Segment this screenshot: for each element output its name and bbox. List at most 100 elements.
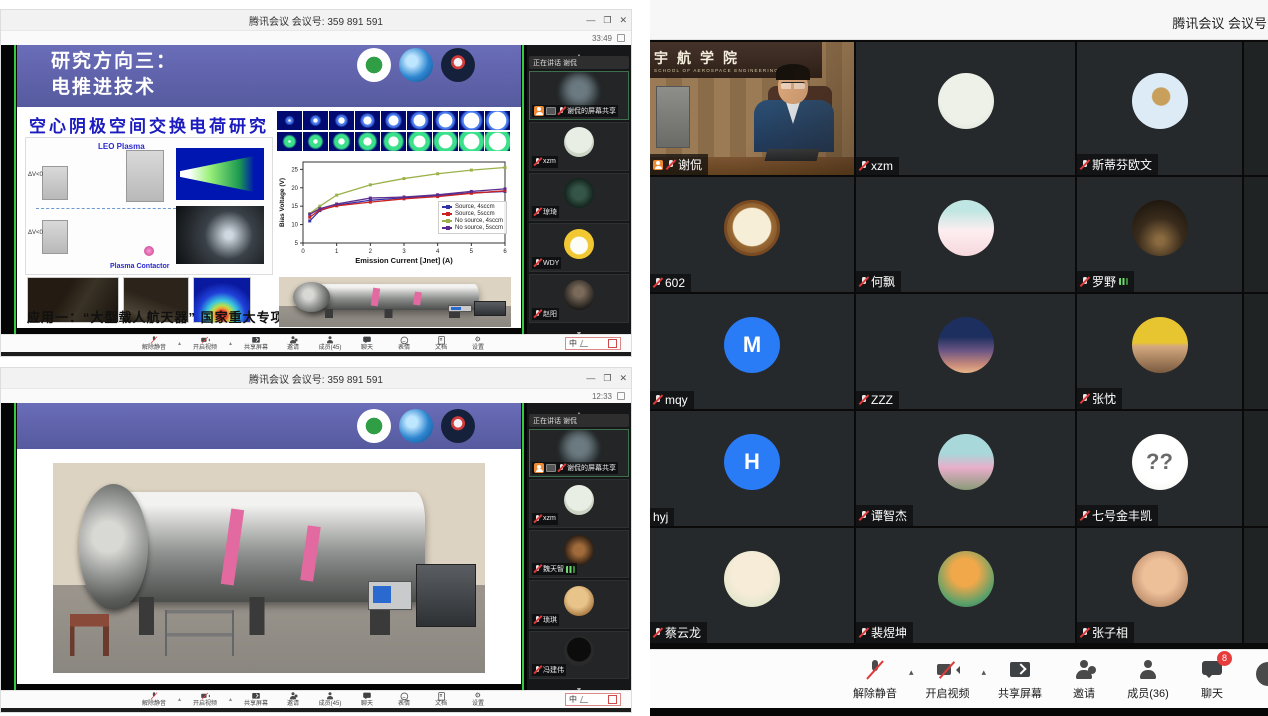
toolbar-button-invite[interactable]: 邀请 <box>280 692 306 708</box>
caret-icon[interactable]: ▴ <box>178 340 181 347</box>
ime-pen-icon[interactable] <box>580 340 591 347</box>
toolbar-icon <box>436 691 445 700</box>
caret-icon[interactable]: ▴ <box>178 696 181 703</box>
more-button-partial[interactable] <box>1256 662 1268 686</box>
video-tile[interactable]: 斯蒂芬欧文 <box>1077 42 1242 175</box>
toolbar-label: 文档 <box>435 345 447 352</box>
toolbar-button-cam-muted[interactable]: 开启视频 <box>192 692 218 708</box>
minimize-button[interactable]: — <box>586 15 595 25</box>
scroll-down-icon[interactable] <box>529 679 629 690</box>
close-button[interactable]: ✕ <box>619 373 627 384</box>
toolbar-button-mic-muted[interactable]: 解除静音 <box>141 692 167 708</box>
toolbar-button-share[interactable]: 共享屏幕 <box>998 658 1042 701</box>
vacuum-chamber-photo <box>279 277 511 327</box>
video-tile[interactable]: 裴煜坤 <box>856 528 1075 643</box>
scroll-up-icon[interactable] <box>529 403 629 414</box>
maximize-button[interactable]: ❐ <box>603 373 611 384</box>
plasma-frame <box>407 111 432 130</box>
video-tile[interactable]: 张忱 <box>1077 294 1242 409</box>
video-tile-speaker[interactable]: 宇航学院 SCHOOL OF AEROSPACE ENGINEERING 谢侃 <box>650 42 854 175</box>
avatar <box>938 317 994 373</box>
sidebar-video-tile[interactable]: xzm <box>529 479 629 527</box>
toolbar-button-emoji[interactable]: 表情 <box>391 692 417 708</box>
sidebar-video-tile[interactable]: 冯建伟 <box>529 631 629 679</box>
scroll-down-icon[interactable] <box>529 323 629 334</box>
video-tile[interactable]: xzm <box>856 42 1075 175</box>
video-tile[interactable]: 蔡云龙 <box>650 528 854 643</box>
video-tile[interactable]: 谭智杰 <box>856 411 1075 526</box>
participant-label: 赵阳 <box>532 308 559 320</box>
fullscreen-icon[interactable] <box>617 34 625 42</box>
sidebar-video-tile[interactable]: 谢侃的屏幕共享 <box>529 71 629 120</box>
video-tile[interactable]: M mqy <box>650 294 854 409</box>
sidebar-video-tile[interactable]: xzm <box>529 122 629 171</box>
sidebar-video-tile[interactable]: WDY <box>529 223 629 272</box>
video-tile[interactable]: 罗野 <box>1077 177 1242 292</box>
globe-logo-icon <box>399 48 433 82</box>
fullscreen-icon[interactable] <box>617 392 625 400</box>
sidebar-video-tile[interactable]: 魏天智 <box>529 530 629 578</box>
window-title: 腾讯会议 会议号: 359 891 591 <box>1 13 631 28</box>
toolbar-button-chat[interactable]: 聊天 <box>354 336 380 352</box>
toolbar-button-chat[interactable]: 聊天 8 <box>1190 658 1234 701</box>
video-tile[interactable]: 张子相 <box>1077 528 1242 643</box>
toolbar-button-gear[interactable]: 设置 <box>465 692 491 708</box>
sidebar-video-tile[interactable]: 谢侃的屏幕共享 <box>529 429 629 477</box>
video-tile[interactable]: 何飘 <box>856 177 1075 292</box>
plasma-frame <box>329 111 354 130</box>
toolbar-button-doc[interactable]: 文档 <box>428 336 454 352</box>
screen-share-icon <box>546 107 556 115</box>
ime-pen-icon[interactable] <box>580 696 591 703</box>
scroll-up-icon[interactable] <box>529 45 629 56</box>
participant-name: 蔡云龙 <box>665 624 701 641</box>
participant-label: 冯建伟 <box>532 664 566 676</box>
toolbar-button-doc[interactable]: 文档 <box>428 692 454 708</box>
caret-icon[interactable]: ▴ <box>229 340 232 347</box>
maximize-button[interactable]: ❐ <box>603 15 611 26</box>
toolbar-button-invite[interactable]: 邀请 <box>1062 658 1106 701</box>
video-tile[interactable]: ZZZ <box>856 294 1075 409</box>
toolbar-label: 邀请 <box>287 345 299 352</box>
sidebar-video-tile[interactable]: 琼琦 <box>529 173 629 222</box>
shared-screen-area: 正在讲话 谢侃 谢侃的屏幕共享 xzm 魏天智 琐琪 冯建伟 <box>1 403 631 690</box>
share-border-left <box>14 403 16 690</box>
ime-handwriting-icon[interactable] <box>608 339 617 348</box>
toolbar-button-mic-muted[interactable]: 解除静音 <box>141 336 167 352</box>
mic-muted-icon <box>534 258 541 268</box>
toolbar-button-cam-muted[interactable]: 开启视频 <box>925 658 969 701</box>
toolbar-button-person[interactable]: 成员(36) <box>1126 658 1170 701</box>
video-tile[interactable]: ?? 七号金丰凯 <box>1077 411 1242 526</box>
caret-icon[interactable]: ▴ <box>981 667 986 678</box>
toolbar-button-gear[interactable]: 设置 <box>465 336 491 352</box>
toolbar-button-chat[interactable]: 聊天 <box>354 692 380 708</box>
toolbar-button-emoji[interactable]: 表情 <box>391 336 417 352</box>
caret-icon[interactable]: ▴ <box>909 667 914 678</box>
caret-icon[interactable]: ▴ <box>229 696 232 703</box>
toolbar-button-share[interactable]: 共享屏幕 <box>243 692 269 708</box>
toolbar-button-cam-muted[interactable]: 开启视频 <box>192 336 218 352</box>
toolbar-button-person[interactable]: 成员(45) <box>317 336 343 352</box>
participant-name: xzm <box>543 515 556 522</box>
toolbar-button-mic-muted[interactable]: 解除静音 <box>853 658 897 701</box>
toolbar-label: 聊天 <box>361 345 373 352</box>
ime-language[interactable]: 中 <box>569 694 577 705</box>
ime-handwriting-icon[interactable] <box>608 695 617 704</box>
svg-text:1: 1 <box>335 249 339 255</box>
toolbar-button-share[interactable]: 共享屏幕 <box>243 336 269 352</box>
toolbar-button-invite[interactable]: 邀请 <box>280 336 306 352</box>
svg-text:2: 2 <box>369 249 373 255</box>
grid-partial-column <box>1244 42 1268 175</box>
close-button[interactable]: ✕ <box>619 15 627 26</box>
toolbar-icon <box>863 658 887 682</box>
sidebar-video-tile[interactable]: 琐琪 <box>529 580 629 628</box>
ime-language[interactable]: 中 <box>569 338 577 349</box>
sidebar-video-tile[interactable]: 赵阳 <box>529 274 629 323</box>
toolbar-icon <box>473 691 482 700</box>
toolbar-label: 开启视频 <box>193 701 217 708</box>
minimize-button[interactable]: — <box>586 373 595 383</box>
toolbar-label: 解除静音 <box>142 345 166 352</box>
toolbar-button-person[interactable]: 成员(45) <box>317 692 343 708</box>
video-tile[interactable]: H hyj <box>650 411 854 526</box>
screen-share-icon <box>546 464 556 472</box>
video-tile[interactable]: 602 <box>650 177 854 292</box>
